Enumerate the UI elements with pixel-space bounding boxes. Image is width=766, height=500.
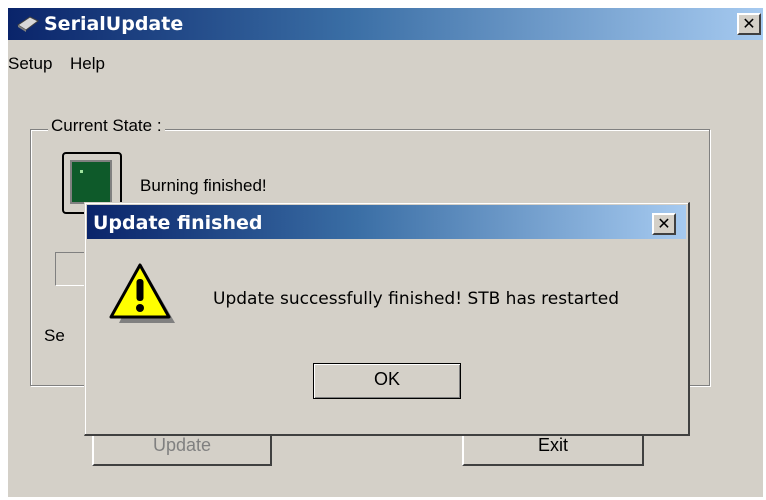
status-label: Se bbox=[44, 326, 65, 345]
menu-help[interactable]: Help bbox=[70, 54, 105, 74]
current-state-label: Current State : bbox=[48, 116, 165, 136]
menu-setup[interactable]: Setup bbox=[8, 54, 52, 74]
dialog-title: Update finished bbox=[93, 212, 263, 234]
warning-icon bbox=[109, 263, 175, 323]
title-bar[interactable]: SerialUpdate ✕ bbox=[8, 8, 763, 40]
state-text: Burning finished! bbox=[140, 176, 267, 195]
window-title: SerialUpdate bbox=[44, 13, 184, 35]
dialog-title-bar[interactable]: Update finished ✕ bbox=[87, 205, 686, 239]
close-button[interactable]: ✕ bbox=[737, 13, 761, 35]
ok-button[interactable]: OK bbox=[313, 363, 461, 399]
dialog-close-button[interactable]: ✕ bbox=[652, 213, 676, 235]
app-chip-icon bbox=[17, 16, 39, 32]
update-finished-dialog: Update finished ✕ Update successfully fi… bbox=[84, 202, 690, 436]
dialog-message: Update successfully finished! STB has re… bbox=[213, 289, 620, 309]
